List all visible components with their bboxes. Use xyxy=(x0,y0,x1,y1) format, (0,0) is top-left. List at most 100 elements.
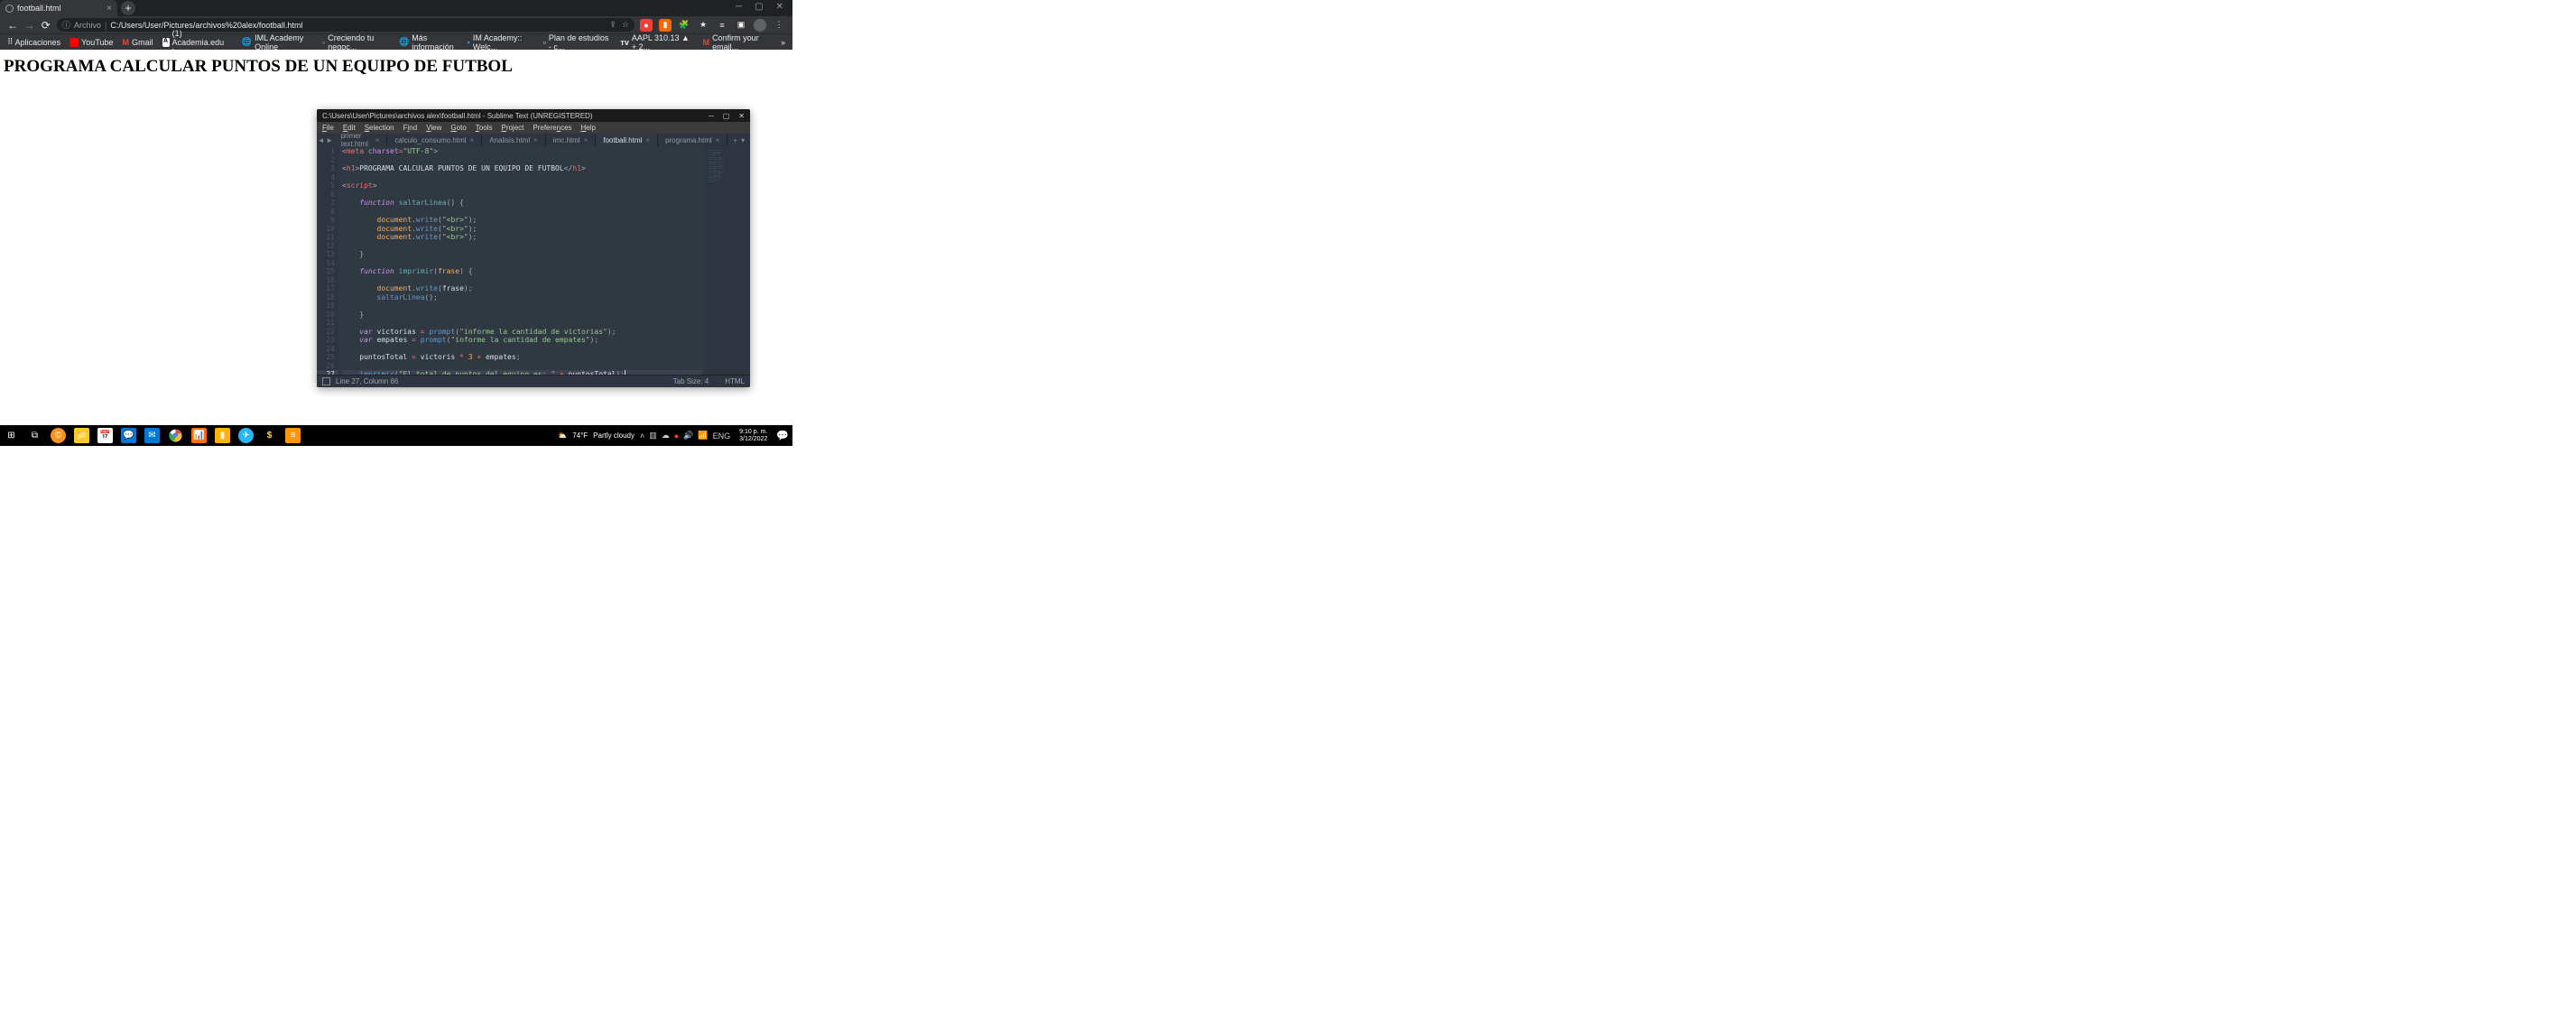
editor-tab[interactable]: calculo_consumo.html× xyxy=(387,134,482,146)
sublime-icon[interactable]: ≡ xyxy=(285,428,301,443)
close-icon[interactable]: × xyxy=(533,136,538,144)
bookmark-item[interactable]: 🌐IML Academy Online xyxy=(242,33,313,51)
tray-icon[interactable]: ● xyxy=(674,431,679,441)
page-icon: ▫ xyxy=(543,38,546,47)
close-icon[interactable]: × xyxy=(107,4,112,14)
bookmark-item[interactable]: ▪IM Academy:: Welc... xyxy=(468,33,534,51)
notifications-icon[interactable]: 💬 xyxy=(776,430,789,441)
status-position[interactable]: Line 27, Column 66 xyxy=(336,377,398,385)
bookmark-item[interactable]: A(1) Academia.edu |... xyxy=(162,29,233,56)
reload-button[interactable]: ⟳ xyxy=(41,19,51,32)
menu-tools[interactable]: Tools xyxy=(476,124,493,132)
menu-find[interactable]: Find xyxy=(403,124,418,132)
calendar-icon[interactable]: 📅 xyxy=(97,428,113,443)
info-icon: ⓘ xyxy=(62,19,70,31)
bookmark-item[interactable]: YouTube xyxy=(69,38,113,47)
menu-preferences[interactable]: Preferences xyxy=(533,124,571,132)
close-icon[interactable]: × xyxy=(375,136,380,144)
close-icon[interactable]: ✕ xyxy=(776,2,783,12)
new-tab-button[interactable]: + xyxy=(121,1,135,15)
extension-icon[interactable]: ▣ xyxy=(735,19,747,32)
menu-project[interactable]: Project xyxy=(501,124,524,132)
bookmark-item[interactable]: 🌐Más información xyxy=(399,33,459,51)
extension-icon[interactable]: ≡ xyxy=(716,19,728,32)
taskbar-app[interactable]: 💬 xyxy=(121,428,136,443)
editor-tab[interactable]: Analisis.html× xyxy=(482,134,546,146)
minimize-icon[interactable]: ─ xyxy=(709,112,714,120)
minimap[interactable]: meta charset h1 PROGRAMA script function… xyxy=(705,146,750,375)
profile-avatar[interactable] xyxy=(754,19,766,32)
menu-help[interactable]: Help xyxy=(581,124,596,132)
bookmark-icon[interactable]: ☆ xyxy=(622,20,629,30)
close-icon[interactable]: × xyxy=(716,136,720,144)
academia-icon: A xyxy=(162,38,170,47)
mail-icon[interactable]: ✉ xyxy=(144,428,160,443)
close-icon[interactable]: × xyxy=(584,136,588,144)
bookmark-item[interactable]: ▫Creciendo tu negoc... xyxy=(322,33,390,51)
taskbar-app[interactable]: ▮ xyxy=(215,428,230,443)
close-icon[interactable]: ✕ xyxy=(738,112,745,120)
telegram-icon[interactable]: ✈ xyxy=(238,428,254,443)
extension-icon[interactable]: ★ xyxy=(697,19,709,32)
menu-goto[interactable]: Goto xyxy=(450,124,466,132)
start-button[interactable]: ⊞ xyxy=(4,428,19,443)
new-tab-icon[interactable]: + xyxy=(733,136,737,144)
forward-button[interactable]: → xyxy=(23,19,34,32)
extension-icon[interactable]: ● xyxy=(640,19,653,32)
tray-chevron-icon[interactable]: ˄ xyxy=(640,431,644,441)
bookmark-item[interactable]: ▫Plan de estudios - c... xyxy=(543,33,612,51)
tray-icon[interactable]: ☁ xyxy=(662,431,670,441)
maximize-icon[interactable]: ▢ xyxy=(755,2,763,12)
volume-icon[interactable]: 🔊 xyxy=(683,431,693,441)
apps-button[interactable]: ⠿ Aplicaciones xyxy=(7,37,60,47)
editor-tab[interactable]: imc.html× xyxy=(546,134,596,146)
taskbar-app[interactable]: $ xyxy=(262,428,277,443)
taskbar-app[interactable]: 📊 xyxy=(191,428,207,443)
browser-tab[interactable]: football.html × xyxy=(0,0,117,16)
panel-switcher-icon[interactable] xyxy=(322,377,330,385)
maximize-icon[interactable]: ▢ xyxy=(723,112,730,120)
page-icon: ▪ xyxy=(468,38,470,47)
close-icon[interactable]: × xyxy=(645,136,650,144)
tab-menu-icon[interactable]: ▾ xyxy=(741,136,745,144)
menu-selection[interactable]: Selection xyxy=(365,124,394,132)
menu-icon[interactable]: ⋮ xyxy=(773,19,785,32)
task-view-button[interactable]: ⧉ xyxy=(27,428,42,443)
chrome-icon[interactable] xyxy=(168,428,183,443)
weather-temp[interactable]: 74°F xyxy=(572,431,588,440)
tab-nav-prev[interactable]: ◄ xyxy=(317,134,325,146)
tray-icon[interactable]: ▥ xyxy=(649,431,657,441)
tradingview-icon: ᴛᴠ xyxy=(620,38,628,47)
editor-tab-active[interactable]: football.html× xyxy=(596,134,658,146)
menu-file[interactable]: File xyxy=(322,124,334,132)
bookmark-item[interactable]: ᴛᴠAAPL 310.13 ▲ + 2... xyxy=(620,33,693,51)
close-icon[interactable]: × xyxy=(470,136,475,144)
share-icon[interactable]: ⇪ xyxy=(609,20,616,30)
file-explorer-icon[interactable]: 📁 xyxy=(74,428,89,443)
menu-edit[interactable]: Edit xyxy=(343,124,356,132)
editor-tab[interactable]: programa.html× xyxy=(658,134,727,146)
bookmarks-overflow[interactable]: » xyxy=(781,38,785,47)
extensions-icon[interactable]: 🧩 xyxy=(678,19,690,32)
editor-body: 1234567891011121314151617181920212223242… xyxy=(317,146,750,375)
address-bar[interactable]: ⓘ Archivo | C:/Users/User/Pictures/archi… xyxy=(57,18,635,32)
status-syntax[interactable]: HTML xyxy=(725,377,745,385)
tab-nav-next[interactable]: ► xyxy=(325,134,333,146)
code-area[interactable]: <meta charset="UTF-8"><h1>PROGRAMA CALCU… xyxy=(338,146,705,375)
extension-icon[interactable]: ▮ xyxy=(659,19,672,32)
back-button[interactable]: ← xyxy=(7,19,18,32)
wifi-icon[interactable]: 📶 xyxy=(698,431,708,441)
minimize-icon[interactable]: ─ xyxy=(736,2,742,12)
language-indicator[interactable]: ENG xyxy=(713,431,731,441)
globe-icon: 🌐 xyxy=(242,37,252,47)
bookmark-item[interactable]: MConfirm your email... xyxy=(703,33,772,51)
weather-desc[interactable]: Partly cloudy xyxy=(593,431,635,440)
taskbar-app[interactable]: © xyxy=(51,428,66,443)
status-tabsize[interactable]: Tab Size: 4 xyxy=(673,377,709,385)
editor-tab[interactable]: primer text.html× xyxy=(334,134,388,146)
weather-icon[interactable]: ⛅ xyxy=(558,431,567,440)
sublime-titlebar[interactable]: C:\Users\User\Pictures\archivos alex\foo… xyxy=(317,109,750,122)
menu-view[interactable]: View xyxy=(426,124,441,132)
clock[interactable]: 9:10 p. m. 3/12/2022 xyxy=(736,429,771,443)
bookmark-item[interactable]: MGmail xyxy=(123,38,153,47)
